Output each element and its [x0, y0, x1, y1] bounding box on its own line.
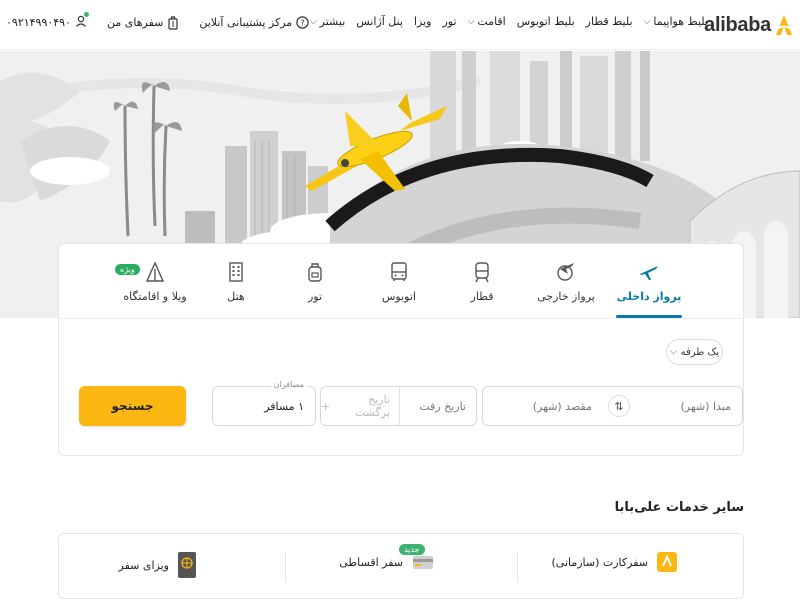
date-field: تاریخ رفت تاریخ برگشت + [320, 386, 477, 426]
my-trips-link[interactable]: سفرهای من [107, 15, 179, 30]
nav-train-tickets[interactable]: بلیط قطار [586, 15, 633, 28]
date-divider [399, 387, 400, 425]
main-nav: بلیط هواپیما ⌵ بلیط قطار بلیط اتوبوس اقا… [310, 15, 708, 28]
nav-tour[interactable]: تور [442, 15, 456, 28]
support-link[interactable]: مرکز پشتیبانی آنلاین ? [199, 16, 309, 29]
nav-label: ویزا [413, 15, 432, 28]
services-title: سایر خدمات علی‌بابا [614, 500, 744, 515]
train-icon [475, 262, 489, 283]
swap-icon[interactable]: ⇅ [608, 395, 630, 417]
plane-icon [640, 266, 658, 280]
chevron-down-icon: ⌵ [643, 16, 651, 27]
trip-type-select[interactable]: یک طرفه ⌵ [666, 339, 723, 365]
nav-label: پنل آژانس [356, 15, 403, 28]
nav-label: تور [442, 15, 457, 28]
passengers-label: مسافران [270, 380, 307, 389]
tab-label: هتل [227, 290, 245, 303]
tab-hotel[interactable]: هتل [197, 260, 275, 303]
passport-icon [178, 552, 196, 578]
return-placeholder: تاریخ برگشت [355, 393, 390, 419]
nav-label: بلیط قطار [585, 15, 633, 28]
active-tab-indicator [616, 315, 682, 318]
svg-text:?: ? [301, 18, 305, 27]
logo-text: alibaba [704, 13, 771, 36]
tab-train[interactable]: قطار [443, 260, 521, 303]
search-form: مبدا (شهر) ⇅ مقصد (شهر) تاریخ رفت تاریخ … [79, 380, 743, 428]
new-badge: جدید [399, 544, 425, 555]
hotel-icon [229, 262, 243, 282]
service-visa[interactable]: ویزای سفر [119, 551, 197, 579]
service-divider [517, 552, 518, 582]
service-label: سفرکارت (سازمانی) [551, 555, 648, 569]
bus-icon [391, 262, 407, 281]
account-link[interactable]: ۰۹۲۱۴۹۹۰۴۹۰ [6, 12, 89, 30]
service-divider [285, 552, 286, 582]
destination-placeholder: مقصد (شهر) [532, 399, 592, 413]
villa-icon [145, 261, 165, 282]
service-label: ویزای سفر [118, 558, 169, 572]
top-header: alibaba بلیط هواپیما ⌵ بلیط قطار بلیط ات… [0, 0, 800, 50]
luggage-icon [168, 15, 178, 30]
search-button[interactable]: جستجو [79, 386, 186, 426]
nav-label: بیشتر [319, 15, 346, 28]
tab-tour[interactable]: تور [276, 260, 354, 303]
logo-mark-icon [776, 15, 792, 35]
nav-flight-tickets[interactable]: بلیط هواپیما ⌵ [644, 15, 708, 28]
chevron-down-icon: ⌵ [309, 16, 317, 27]
passengers-select[interactable]: مسافران ۱ مسافر [212, 380, 316, 426]
backpack-icon [308, 263, 322, 282]
phone-number: ۰۹۲۱۴۹۹۰۴۹۰ [6, 16, 71, 29]
depart-placeholder: تاریخ رفت [419, 399, 466, 413]
tab-label: اتوبوس [382, 290, 416, 303]
passengers-value: ۱ مسافر [264, 399, 304, 413]
destination-input[interactable]: مقصد (شهر) [492, 387, 592, 425]
nav-label: بلیط هواپیما [653, 15, 708, 28]
nav-label: اقامت [477, 15, 506, 28]
support-label: مرکز پشتیبانی آنلاین [199, 16, 293, 29]
nav-label: بلیط اتوبوس [516, 15, 575, 28]
header-utilities: ۰۹۲۱۴۹۹۰۴۹۰ سفرهای من مرکز پشتیبانی آنلا… [6, 12, 309, 30]
tab-label: ویلا و اقامتگاه [123, 290, 187, 303]
chevron-down-icon: ⌵ [467, 16, 475, 27]
nav-visa[interactable]: ویزا [414, 15, 432, 28]
service-safarcard[interactable]: سفرکارت (سازمانی) [551, 551, 678, 573]
nav-accommodation[interactable]: اقامت ⌵ [468, 15, 506, 28]
depart-date-input[interactable]: تاریخ رفت [419, 387, 466, 425]
service-label: سفر اقساطی [339, 555, 403, 569]
return-date-input[interactable]: تاریخ برگشت + [321, 387, 390, 425]
tab-label: پرواز داخلی [616, 290, 682, 303]
tab-label: پرواز خارجی [537, 290, 595, 303]
tab-international-flight[interactable]: پرواز خارجی [527, 260, 605, 303]
origin-input[interactable]: مبدا (شهر) [616, 387, 731, 425]
globe-plane-icon [557, 263, 574, 281]
tab-label: قطار [470, 290, 494, 303]
nav-more[interactable]: بیشتر ⌵ [310, 15, 345, 28]
card-icon [657, 552, 677, 572]
trip-type-value: یک طرفه [680, 346, 720, 358]
alibaba-logo[interactable]: alibaba [704, 12, 794, 38]
tab-label: تور [307, 290, 323, 303]
origin-destination-field: مبدا (شهر) ⇅ مقصد (شهر) [482, 386, 743, 426]
service-tabs: پرواز داخلی پرواز خارجی قطار اتوبوس تور … [59, 244, 745, 319]
nav-agency-panel[interactable]: پنل آژانس [356, 15, 403, 28]
chevron-down-icon: ⌵ [669, 347, 677, 357]
origin-placeholder: مبدا (شهر) [680, 399, 731, 413]
user-icon [75, 12, 89, 30]
tab-domestic-flight[interactable]: پرواز داخلی [610, 260, 688, 303]
support-icon: ? [296, 16, 309, 29]
my-trips-label: سفرهای من [107, 16, 164, 29]
services-bar: سفرکارت (سازمانی) سفر اقساطی جدید ویزای … [58, 533, 744, 599]
tab-bus[interactable]: اتوبوس [360, 260, 438, 303]
plus-icon: + [321, 399, 331, 413]
special-badge: ویژه [115, 264, 140, 275]
booking-card: پرواز داخلی پرواز خارجی قطار اتوبوس تور … [58, 243, 745, 456]
nav-bus-tickets[interactable]: بلیط اتوبوس [517, 15, 575, 28]
